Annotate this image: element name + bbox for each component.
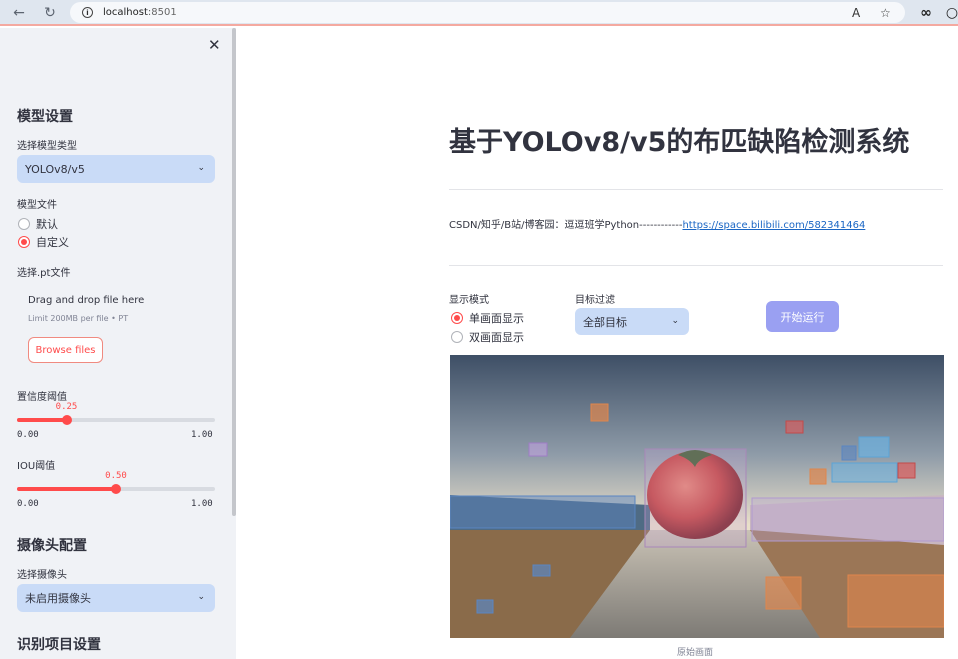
- radio-default-circle[interactable]: [18, 218, 30, 230]
- url-port: :8501: [147, 7, 177, 18]
- dropzone-limit: Limit 200MB per file • PT: [28, 314, 129, 323]
- conf-slider-fill: [17, 418, 67, 422]
- conf-slider-thumb[interactable]: [61, 415, 72, 425]
- infinity-icon[interactable]: ∞: [916, 3, 936, 23]
- detection-image: [450, 355, 944, 638]
- close-icon[interactable]: ✕: [208, 36, 221, 54]
- iou-label: IOU阈值: [17, 461, 56, 472]
- filter-label: 目标过滤: [575, 295, 615, 306]
- image-caption: 原始画面: [677, 648, 714, 658]
- scene-svg: [450, 355, 944, 638]
- radio-custom-label: 自定义: [36, 236, 69, 249]
- radio-dual-view[interactable]: 双画面显示: [451, 329, 524, 345]
- radio-single-circle[interactable]: [451, 312, 463, 324]
- radio-custom-circle[interactable]: [18, 236, 30, 248]
- model-type-select[interactable]: YOLOv8/v5 ⌄: [17, 155, 215, 183]
- chevron-down-icon: ⌄: [197, 592, 205, 602]
- radio-single-label: 单画面显示: [469, 312, 524, 325]
- credit-line: CSDN/知乎/B站/博客园：逗逗班学Python------------htt…: [449, 216, 865, 231]
- conf-max: 1.00: [191, 430, 213, 440]
- iou-slider-thumb[interactable]: [111, 484, 121, 494]
- display-mode-label: 显示模式: [449, 295, 489, 306]
- iou-value: 0.50: [105, 471, 127, 481]
- camera-value: 未启用摄像头: [25, 592, 91, 605]
- dropzone-text: Drag and drop file here: [28, 295, 145, 306]
- chevron-down-icon: ⌄: [671, 316, 679, 326]
- camera-label: 选择摄像头: [17, 570, 67, 581]
- radio-default[interactable]: 默认: [18, 216, 58, 232]
- radio-dual-circle[interactable]: [451, 331, 463, 343]
- camera-select[interactable]: 未启用摄像头 ⌄: [17, 584, 215, 612]
- credit-link[interactable]: https://space.bilibili.com/582341464: [682, 220, 865, 231]
- conf-label: 置信度阈值: [17, 392, 67, 403]
- extension-icon[interactable]: ○: [942, 3, 958, 23]
- model-file-label: 模型文件: [17, 200, 57, 211]
- arrow-left-icon[interactable]: ←: [9, 3, 29, 23]
- page-title: 基于YOLOv8/v5的布匹缺陷检测系统: [449, 127, 910, 158]
- divider: [449, 189, 943, 190]
- browser-toolbar: ← ↻ i localhost:8501 A ☆ ∞ ○: [0, 0, 958, 26]
- radio-dual-label: 双画面显示: [469, 331, 524, 344]
- radio-default-label: 默认: [36, 218, 58, 231]
- read-aloud-icon[interactable]: A: [852, 6, 860, 20]
- address-bar[interactable]: i localhost:8501 A ☆: [70, 2, 905, 23]
- recog-section-title: 识别项目设置: [17, 637, 101, 653]
- conf-slider[interactable]: [17, 415, 215, 425]
- radio-custom[interactable]: 自定义: [18, 234, 69, 250]
- conf-min: 0.00: [17, 430, 39, 440]
- reload-icon[interactable]: ↻: [40, 3, 60, 23]
- run-button[interactable]: 开始运行: [766, 301, 839, 332]
- camera-section-title: 摄像头配置: [17, 538, 87, 554]
- filter-value: 全部目标: [583, 315, 627, 329]
- divider: [449, 265, 943, 266]
- sidebar-scrollbar[interactable]: [232, 28, 236, 516]
- credit-text: CSDN/知乎/B站/博客园：逗逗班学Python------------: [449, 220, 683, 231]
- iou-slider[interactable]: [17, 484, 215, 494]
- pt-file-label: 选择.pt文件: [17, 268, 71, 279]
- star-icon[interactable]: ☆: [880, 6, 891, 20]
- filter-select[interactable]: 全部目标 ⌄: [575, 308, 689, 335]
- iou-slider-fill: [17, 487, 116, 491]
- info-icon[interactable]: i: [82, 7, 93, 18]
- radio-single-view[interactable]: 单画面显示: [451, 310, 524, 326]
- model-type-value: YOLOv8/v5: [25, 162, 85, 176]
- iou-min: 0.00: [17, 499, 39, 509]
- conf-value: 0.25: [55, 402, 78, 412]
- model-type-label: 选择模型类型: [17, 141, 77, 152]
- browse-files-button[interactable]: Browse files: [28, 337, 103, 363]
- chevron-down-icon: ⌄: [197, 163, 205, 173]
- url-host: localhost: [103, 7, 148, 18]
- model-section-title: 模型设置: [17, 109, 73, 125]
- iou-max: 1.00: [191, 499, 213, 509]
